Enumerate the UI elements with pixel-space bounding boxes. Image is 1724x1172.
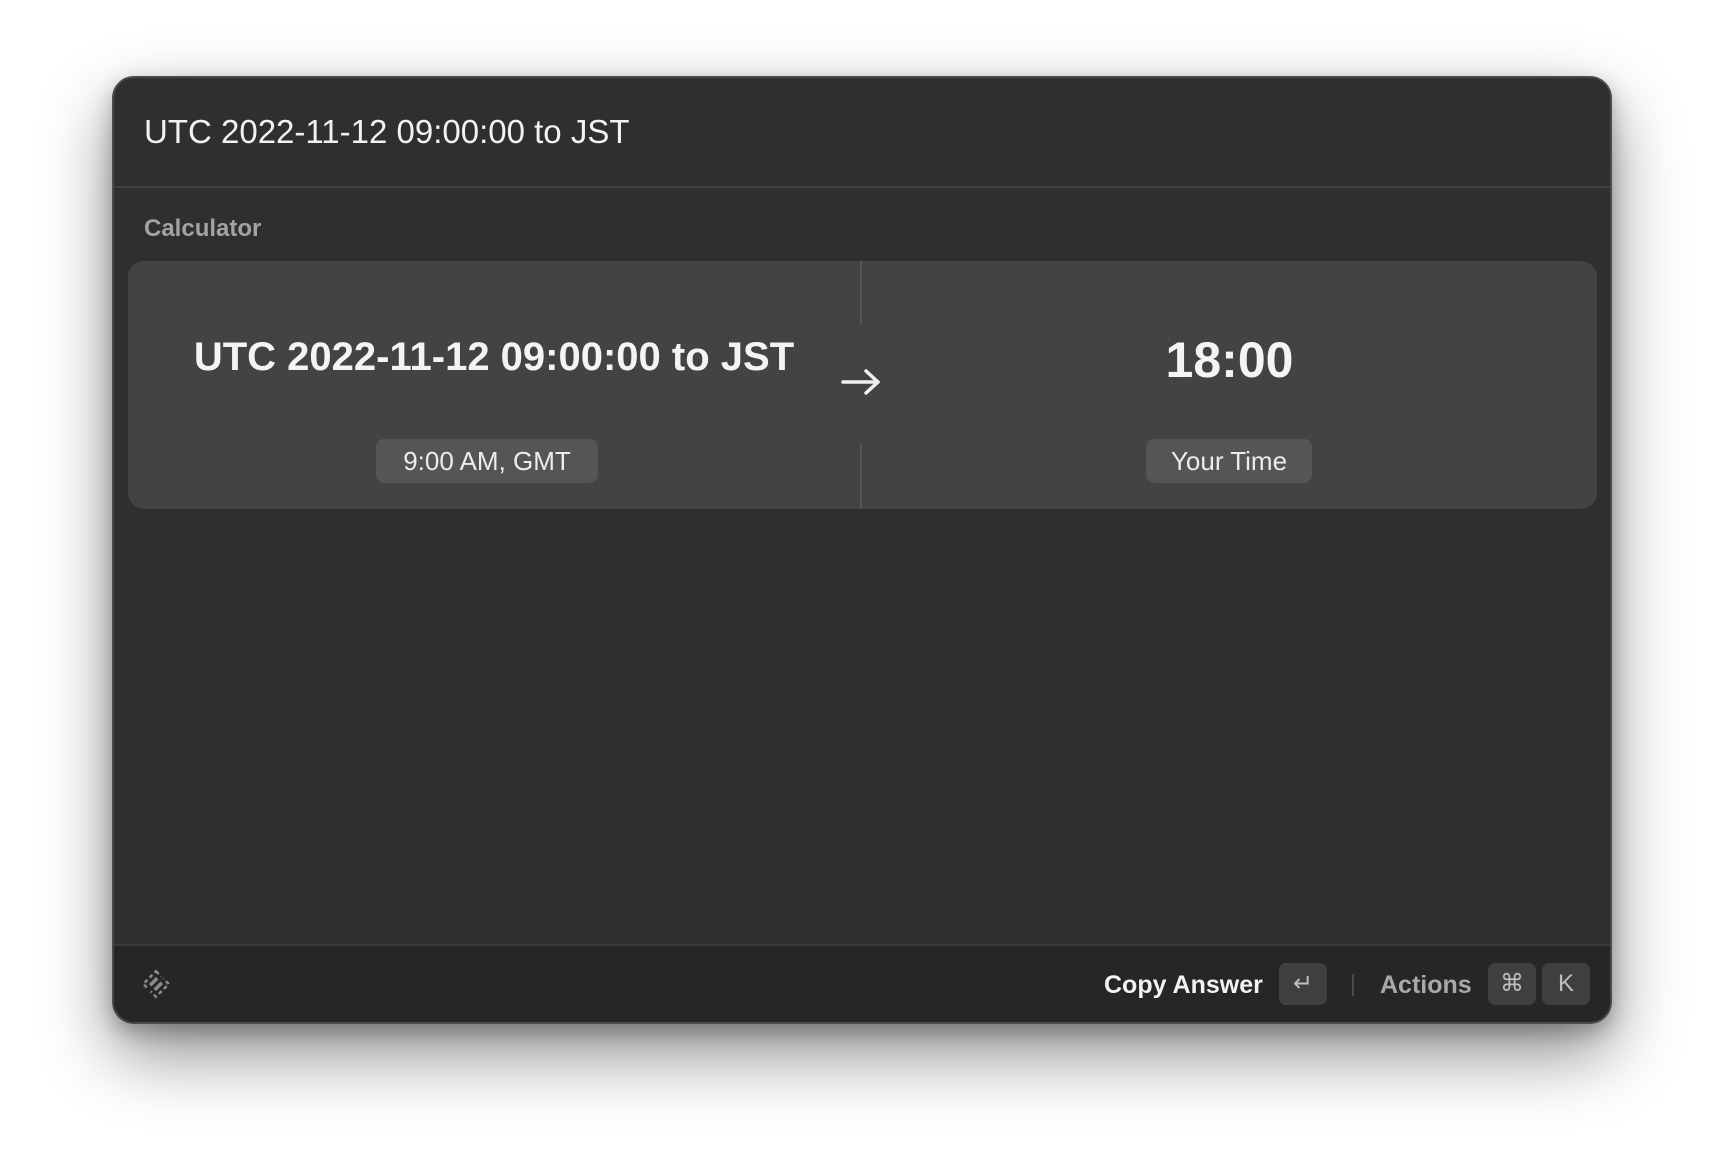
launcher-window: Calculator UTC 2022-11-12 09:00:00 to JS… [112, 76, 1612, 1024]
input-caption-badge: 9:00 AM, GMT [376, 439, 598, 483]
actions-button[interactable]: Actions [1380, 971, 1472, 1000]
return-key-badge: ↵ [1279, 963, 1327, 1005]
k-key-badge: K [1542, 963, 1590, 1005]
search-bar [114, 78, 1610, 188]
result-caption-badge: Your Time [1146, 439, 1312, 483]
command-key-badge: ⌘ [1488, 963, 1536, 1005]
calculator-result-card[interactable]: UTC 2022-11-12 09:00:00 to JST 9:00 AM, … [128, 261, 1597, 509]
calculator-result: 18:00 [1165, 332, 1294, 388]
app-logo-icon [141, 969, 171, 999]
copy-answer-button[interactable]: Copy Answer [1104, 971, 1263, 1000]
footer-separator [1352, 974, 1354, 996]
action-bar: Copy Answer ↵ Actions ⌘ K [114, 944, 1610, 1022]
calculator-expression: UTC 2022-11-12 09:00:00 to JST [193, 335, 795, 379]
calculator-input-panel: UTC 2022-11-12 09:00:00 to JST 9:00 AM, … [128, 261, 860, 509]
search-input[interactable] [144, 108, 1544, 156]
section-label-calculator: Calculator [144, 215, 262, 242]
calculator-output-panel: 18:00 Your Time [862, 261, 1597, 509]
